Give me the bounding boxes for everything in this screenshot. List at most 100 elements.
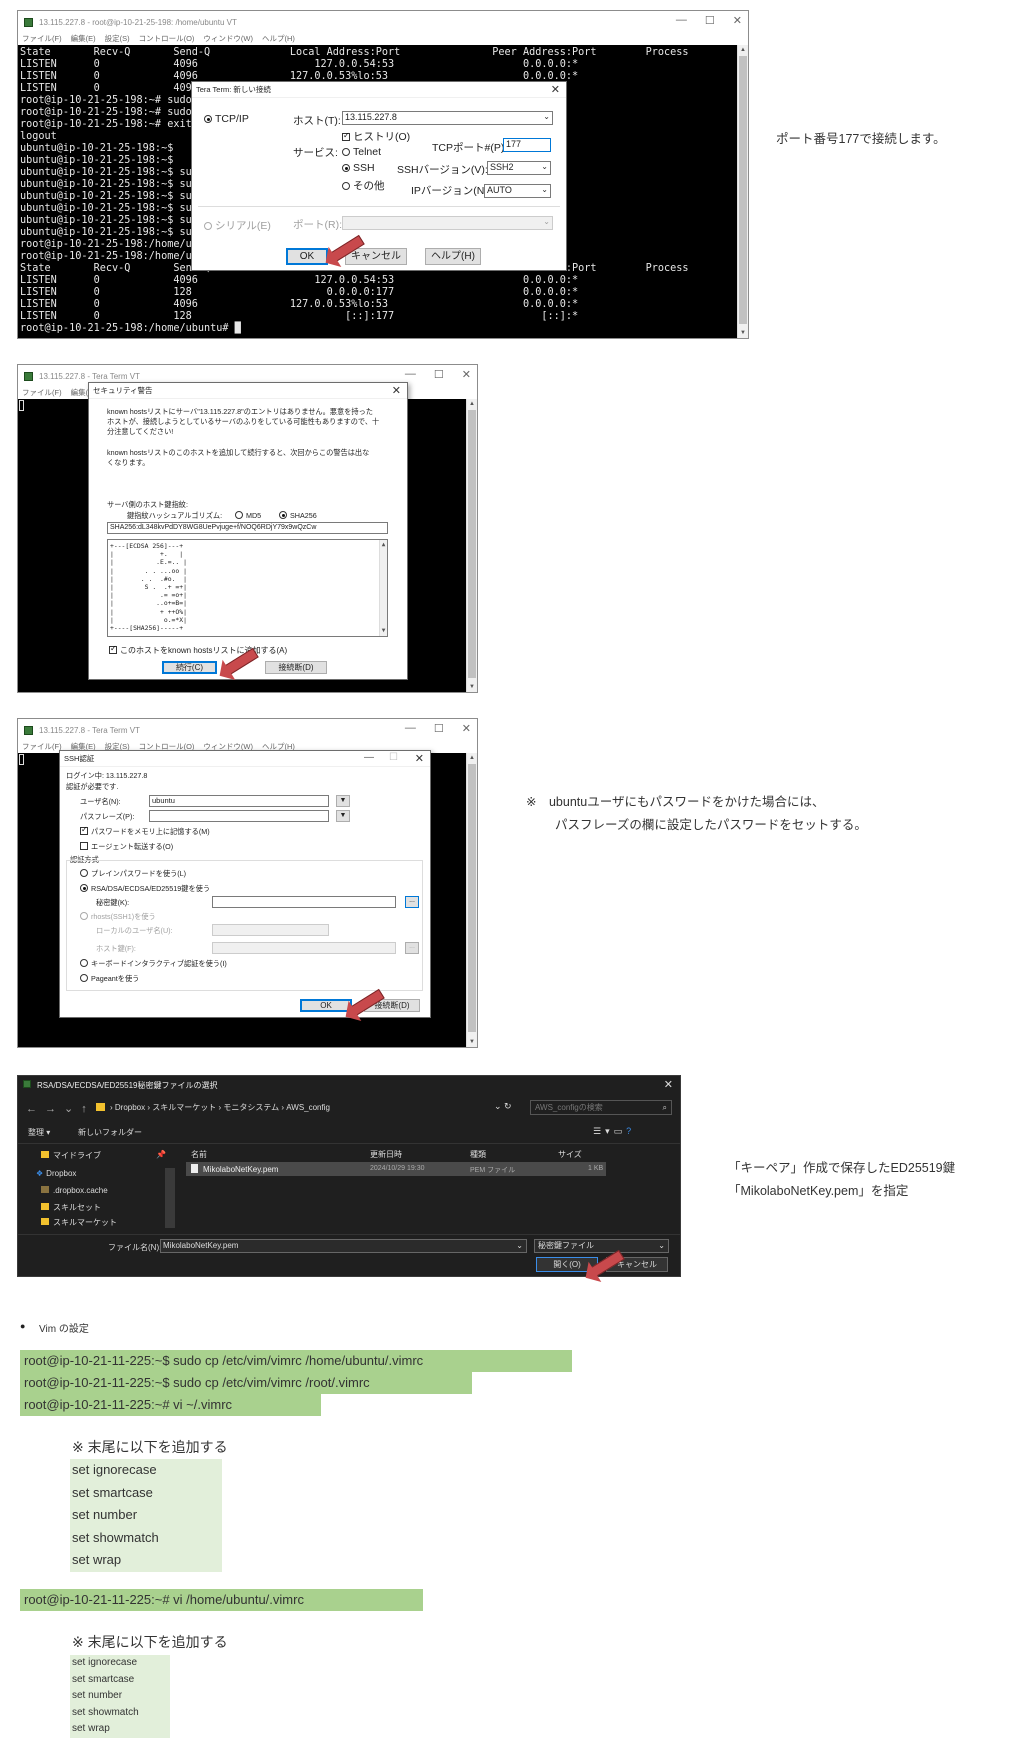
help-button[interactable]: ヘルプ(H) bbox=[425, 248, 481, 265]
nav-mydrive[interactable]: マイドライブ bbox=[41, 1150, 101, 1161]
filetype-select[interactable]: 秘密鍵ファイル ⌄ bbox=[534, 1239, 669, 1253]
passphrase-input[interactable] bbox=[149, 810, 329, 822]
scroll-thumb[interactable] bbox=[739, 56, 747, 324]
cmd-copy-root-vimrc: root@ip-10-21-11-225:~$ sudo cp /etc/vim… bbox=[20, 1372, 472, 1394]
passphrase-dropdown[interactable]: ▼ bbox=[336, 810, 350, 822]
rsa-key-radio[interactable]: RSA/DSA/ECDSA/ED25519鍵を使う bbox=[80, 884, 210, 894]
chevron-down-icon[interactable]: ⌄ bbox=[543, 112, 550, 121]
nav-skillset[interactable]: スキルセット bbox=[41, 1202, 101, 1213]
col-size[interactable]: サイズ bbox=[558, 1149, 582, 1160]
breadcrumb[interactable]: › Dropbox › スキルマーケット › モニタシステム › AWS_con… bbox=[96, 1101, 511, 1116]
nav-dropbox[interactable]: ❖ Dropbox bbox=[36, 1169, 76, 1178]
md5-radio[interactable]: MD5 bbox=[235, 511, 261, 520]
menu-edit[interactable]: 編集(E) bbox=[71, 33, 96, 44]
username-dropdown[interactable]: ▼ bbox=[336, 795, 350, 807]
dropbox-icon: ❖ bbox=[36, 1169, 44, 1178]
close-icon[interactable]: ✕ bbox=[462, 722, 471, 735]
menu-file[interactable]: ファイル(F) bbox=[22, 33, 62, 44]
chevron-down-icon[interactable]: ⌄ bbox=[541, 162, 548, 171]
minimize-icon[interactable]: — bbox=[676, 14, 687, 27]
nav-scrollbar[interactable] bbox=[165, 1168, 175, 1228]
other-radio[interactable]: その他 bbox=[342, 178, 385, 193]
maximize-icon[interactable]: ☐ bbox=[705, 14, 715, 27]
local-user-input[interactable] bbox=[212, 924, 329, 936]
close-icon[interactable]: ✕ bbox=[551, 83, 560, 96]
maximize-icon[interactable]: ☐ bbox=[434, 722, 444, 735]
scroll-thumb[interactable] bbox=[468, 764, 476, 1032]
scroll-down-icon[interactable]: ▼ bbox=[738, 328, 748, 338]
organize-menu[interactable]: 整理 ▾ bbox=[28, 1127, 50, 1138]
close-icon[interactable]: ✕ bbox=[392, 384, 401, 397]
nav-arrows[interactable]: ←→⌄↑ bbox=[26, 1102, 95, 1115]
col-date[interactable]: 更新日時 bbox=[370, 1149, 402, 1160]
maximize-icon[interactable]: ☐ bbox=[434, 368, 444, 381]
search-box[interactable]: AWS_configの検索 ⌕ bbox=[530, 1100, 672, 1115]
scroll-down-icon[interactable]: ▼ bbox=[467, 682, 477, 692]
nav-dropbox-cache[interactable]: .dropbox.cache bbox=[41, 1186, 108, 1195]
menu-control[interactable]: コントロール(O) bbox=[139, 33, 195, 44]
menu-file[interactable]: ファイル(F) bbox=[22, 741, 62, 752]
ssh-radio[interactable]: SSH bbox=[342, 162, 375, 174]
col-type[interactable]: 種類 bbox=[470, 1149, 486, 1160]
add-known-hosts-checkbox[interactable]: このホストをknown hostsリストに追加する(A) bbox=[109, 644, 287, 656]
scroll-up-icon[interactable]: ▲ bbox=[467, 399, 477, 409]
agent-forward-checkbox[interactable]: エージェント転送する(O) bbox=[80, 842, 173, 852]
new-folder-button[interactable]: 新しいフォルダー bbox=[78, 1127, 142, 1138]
continue-button[interactable]: 続行(C) bbox=[162, 661, 217, 674]
plain-password-radio[interactable]: プレインパスワードを使う(L) bbox=[80, 869, 186, 879]
filename-input[interactable]: MikolaboNetKey.pem ⌄ bbox=[160, 1239, 527, 1253]
chevron-down-icon[interactable]: ⌄ bbox=[541, 185, 548, 194]
private-key-input[interactable] bbox=[212, 896, 396, 908]
menu-help[interactable]: ヘルプ(H) bbox=[262, 33, 295, 44]
sha256-radio[interactable]: SHA256 bbox=[279, 511, 317, 520]
scrollbar[interactable]: ▲ ▼ bbox=[737, 45, 748, 338]
chevron-down-icon[interactable]: ⌄ bbox=[543, 217, 550, 226]
ipver-select[interactable]: AUTO ⌄ bbox=[484, 184, 551, 198]
nav-skillmarket[interactable]: スキルマーケット bbox=[41, 1217, 117, 1228]
scroll-thumb[interactable] bbox=[468, 410, 476, 678]
minimize-icon[interactable]: — bbox=[364, 752, 374, 763]
scroll-down-icon[interactable]: ▼ bbox=[467, 1037, 477, 1047]
auth-required: 認証が必要です. bbox=[66, 782, 119, 791]
pageant-radio[interactable]: Pageantを使う bbox=[80, 974, 139, 984]
menu-file[interactable]: ファイル(F) bbox=[22, 387, 62, 398]
scrollbar[interactable]: ▲ ▼ bbox=[466, 753, 477, 1047]
history-checkbox[interactable]: ヒストリ(O) bbox=[342, 129, 410, 144]
fingerprint-field[interactable]: SHA256:dL348kvPdDY8WG8UePvjuge+f/NOQ6RDj… bbox=[107, 522, 388, 534]
tcpport-input[interactable]: 177 bbox=[503, 138, 551, 152]
scrollbar[interactable]: ▲ ▼ bbox=[466, 399, 477, 692]
host-combobox[interactable]: 13.115.227.8 ⌄ bbox=[342, 111, 553, 125]
host-key-input[interactable] bbox=[212, 942, 396, 954]
browse-button[interactable]: ... bbox=[405, 896, 419, 908]
terminal-line: LISTEN 0 4096 127.0.0.54:53 0.0.0.0:* bbox=[20, 59, 579, 70]
serial-radio[interactable]: シリアル(E) bbox=[204, 218, 271, 233]
keyboard-interactive-radio[interactable]: キーボードインタラクティブ認証を使う(I) bbox=[80, 959, 227, 969]
refresh-icon[interactable]: ⌄ ↻ bbox=[494, 1101, 512, 1112]
remember-password-checkbox[interactable]: パスワードをメモリ上に記憶する(M) bbox=[80, 825, 210, 837]
scroll-up-icon[interactable]: ▲ bbox=[467, 753, 477, 763]
minimize-icon[interactable]: — bbox=[405, 722, 416, 735]
rhosts-radio[interactable]: rhosts(SSH1)を使う bbox=[80, 912, 156, 922]
menu-window[interactable]: ウィンドウ(W) bbox=[203, 33, 253, 44]
telnet-radio[interactable]: Telnet bbox=[342, 146, 381, 158]
disconnect-button[interactable]: 接続断(D) bbox=[265, 661, 327, 674]
close-icon[interactable]: ✕ bbox=[462, 368, 471, 381]
close-icon[interactable]: ✕ bbox=[733, 14, 742, 27]
randomart-line: | .E.=.. | bbox=[110, 558, 187, 567]
scroll-up-icon[interactable]: ▲ bbox=[738, 45, 748, 55]
menu-setup[interactable]: 設定(S) bbox=[105, 33, 130, 44]
close-icon[interactable]: ✕ bbox=[415, 752, 424, 765]
view-options-icon[interactable]: ☰▾▭? bbox=[593, 1126, 635, 1137]
serial-port-select[interactable]: ⌄ bbox=[342, 216, 553, 230]
minimize-icon[interactable]: — bbox=[405, 368, 416, 381]
sshver-select[interactable]: SSH2 ⌄ bbox=[487, 161, 551, 175]
close-icon[interactable]: ✕ bbox=[664, 1078, 673, 1091]
chevron-down-icon: ⌄ bbox=[658, 1241, 665, 1250]
host-key-browse-button[interactable]: ... bbox=[405, 942, 419, 954]
username-input[interactable]: ubuntu bbox=[149, 795, 329, 807]
randomart-box[interactable]: +---[ECDSA 256]---+ | +. | | .E.=.. | | . .… bbox=[107, 539, 388, 637]
maximize-icon[interactable]: ☐ bbox=[389, 752, 398, 763]
tcpip-radio[interactable]: TCP/IP bbox=[204, 113, 249, 125]
file-name[interactable]: MikolaboNetKey.pem bbox=[191, 1164, 278, 1174]
col-name[interactable]: 名前 bbox=[191, 1149, 207, 1160]
